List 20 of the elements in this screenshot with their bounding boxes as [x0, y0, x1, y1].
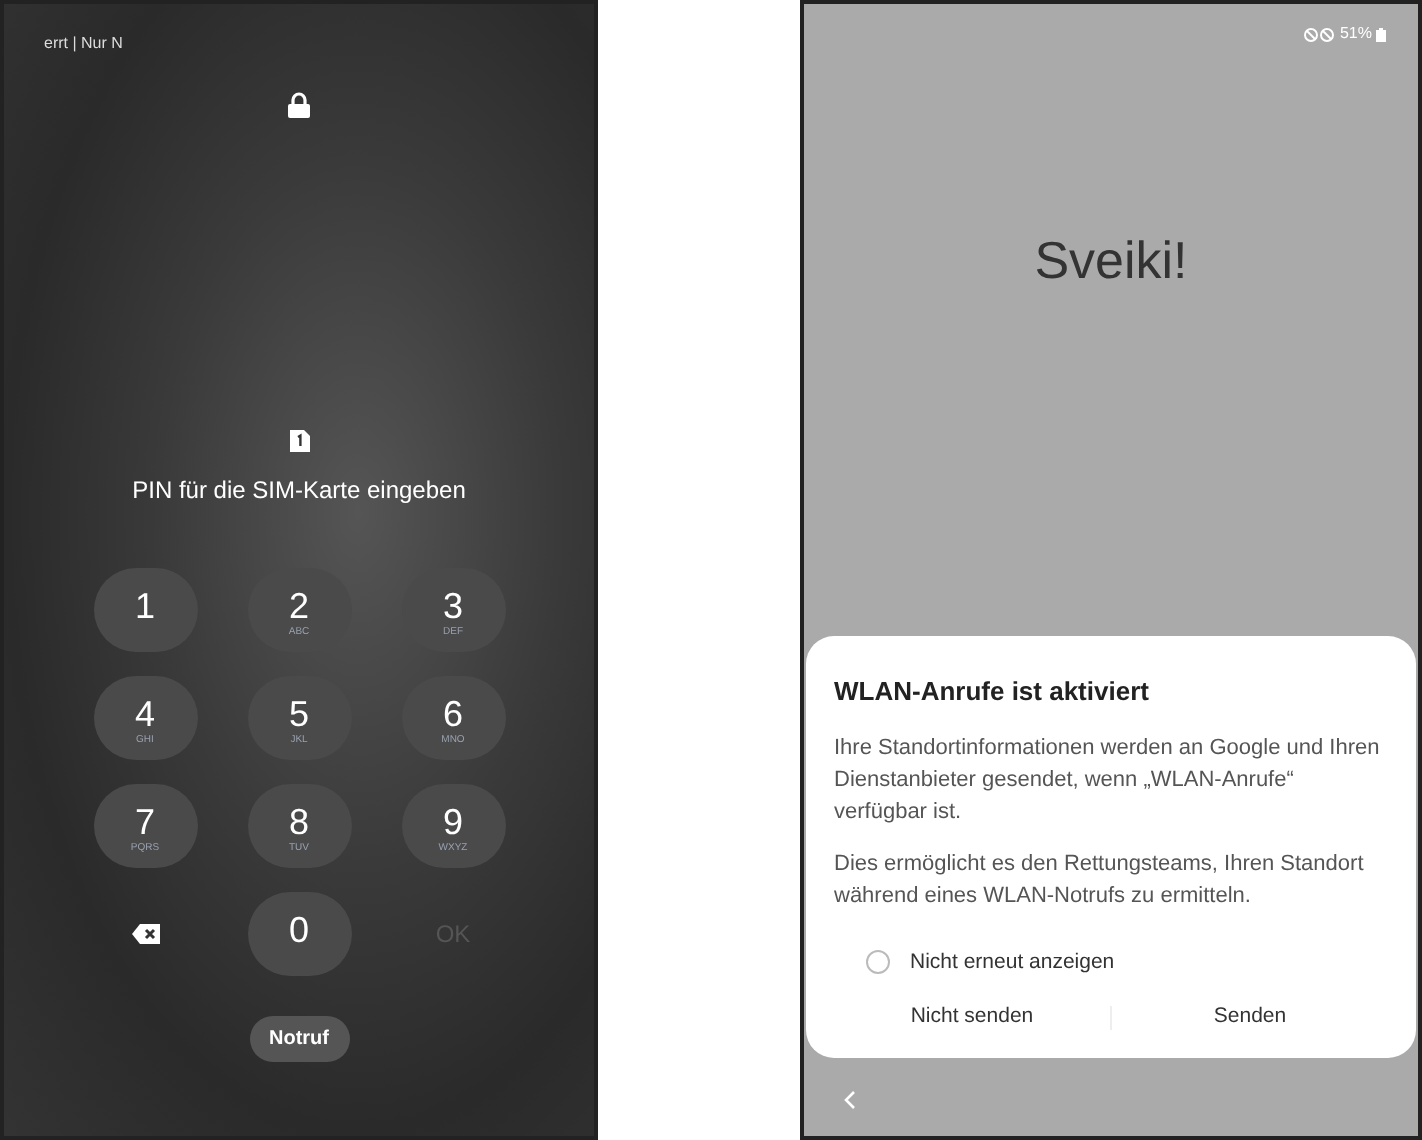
emergency-call-button[interactable]: Notruf — [249, 1016, 349, 1062]
status-text: errt | Nur N — [44, 32, 123, 56]
keypad-key[interactable]: 0 — [247, 892, 351, 976]
dialog-text: Ihre Standortinformationen werden an Google und Ihren Dienstanbieter gesendet, wenn „WLAN-Anrufe“ verfügbar ist. — [834, 733, 1382, 827]
backspace-icon — [131, 924, 159, 944]
back-icon[interactable] — [844, 1090, 856, 1110]
dialog-text: Dies ermöglicht es den Rettungsteams, Ihren Standort während eines WLAN-Notrufs zu ermitteln. — [834, 849, 1366, 911]
status-icons — [1303, 27, 1336, 41]
battery-percentage: 51% — [1339, 22, 1372, 46]
sim-card-icon — [289, 430, 309, 452]
sim-pin-prompt: PIN für die SIM-Karte eingeben — [132, 474, 466, 508]
dialog-button[interactable]: Senden — [1112, 1002, 1388, 1034]
keypad-key[interactable]: 1 — [93, 568, 197, 652]
battery-icon — [1376, 27, 1386, 41]
greeting-title: Sveiki! — [1034, 228, 1188, 294]
dialog-title: WLAN-Anrufe ist aktiviert — [834, 674, 1151, 710]
dialog-button[interactable]: Nicht senden — [834, 1002, 1110, 1034]
checkbox[interactable] — [866, 950, 890, 975]
lock-icon — [288, 92, 310, 118]
dont-show-again-option[interactable]: Nicht erneut anzeigen — [866, 947, 1388, 979]
